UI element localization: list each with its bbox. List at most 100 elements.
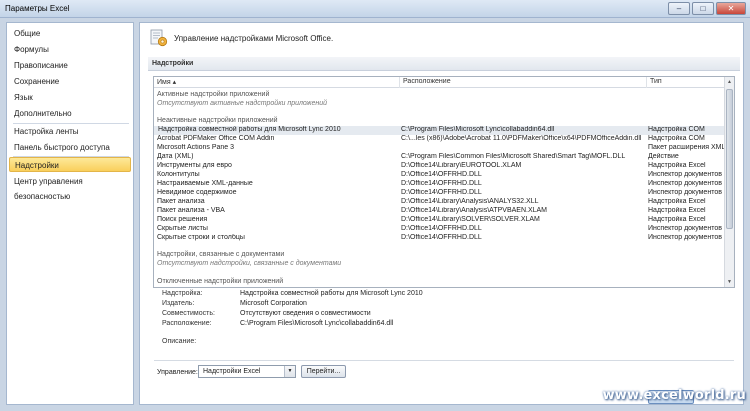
group-title-document: Надстройки, связанные с документами: [157, 251, 285, 258]
addin-location: D:\Office14\OFFRHD.DLL: [401, 225, 482, 232]
column-header-location[interactable]: Расположение: [403, 78, 451, 85]
chevron-down-icon[interactable]: ▼: [284, 366, 295, 377]
sidebar-item-save[interactable]: Сохранение: [9, 74, 131, 89]
group-note-active: Отсутствуют активные надстройки приложен…: [157, 100, 328, 107]
table-row[interactable]: Дата (XML) C:\Program Files\Common Files…: [154, 153, 724, 162]
manage-select-value: Надстройки Excel: [203, 368, 261, 375]
close-button[interactable]: ✕: [716, 2, 746, 15]
group-title-active: Активные надстройки приложений: [157, 91, 270, 98]
addin-type: Надстройка Excel: [648, 198, 706, 205]
scrollbar-thumb[interactable]: [726, 89, 733, 229]
column-header-name[interactable]: Имя ▴: [157, 78, 176, 86]
table-row[interactable]: Пакет анализа - VBA D:\Office14\Library\…: [154, 207, 724, 216]
title-bar: Параметры Excel – □ ✕: [0, 0, 750, 18]
addin-name: Скрытые листы: [157, 225, 208, 232]
addin-type: Надстройка Excel: [648, 162, 706, 169]
addin-type: Надстройка Excel: [648, 207, 706, 214]
sidebar-item-customize-ribbon[interactable]: Настройка ленты: [9, 124, 131, 139]
addin-type: Инспектор документов: [648, 189, 722, 196]
table-row[interactable]: Скрытые листы D:\Office14\OFFRHD.DLL Инс…: [154, 225, 724, 234]
column-divider[interactable]: [399, 77, 400, 88]
watermark: www.excelworld.ru: [602, 388, 746, 403]
addins-gear-icon: [150, 29, 168, 47]
column-divider[interactable]: [646, 77, 647, 88]
manage-select[interactable]: Надстройки Excel ▼: [198, 365, 296, 378]
group-title-disabled: Отключенные надстройки приложений: [157, 278, 284, 285]
detail-value: Надстройка совместной работы для Microso…: [240, 290, 423, 297]
sidebar-item-advanced[interactable]: Дополнительно: [9, 106, 131, 121]
table-row[interactable]: Надстройка совместной работы для Microso…: [154, 126, 724, 135]
addin-name: Microsoft Actions Pane 3: [157, 144, 235, 151]
scroll-down-icon[interactable]: ▼: [726, 278, 733, 286]
page-title: Управление надстройками Microsoft Office…: [174, 34, 334, 43]
detail-value: C:\Program Files\Microsoft Lync\collabad…: [240, 320, 394, 327]
table-row[interactable]: Поиск решения D:\Office14\Library\SOLVER…: [154, 216, 724, 225]
scroll-up-icon[interactable]: ▲: [726, 78, 733, 86]
minimize-button[interactable]: –: [668, 2, 690, 15]
addin-name: Acrobat PDFMaker Office COM Addin: [157, 135, 275, 142]
addin-type: Надстройка Excel: [648, 216, 706, 223]
sidebar-item-addins[interactable]: Надстройки: [9, 157, 131, 172]
main-panel: Управление надстройками Microsoft Office…: [139, 22, 744, 405]
addin-location: D:\Office14\Library\Analysis\ANALYS32.XL…: [401, 198, 539, 205]
addin-name: Надстройка совместной работы для Microso…: [158, 126, 341, 133]
addin-type: Пакет расширения XML: [648, 144, 726, 151]
table-header: Имя ▴ Расположение Тип: [154, 77, 724, 88]
addin-type: Инспектор документов: [648, 171, 722, 178]
manage-label: Управление:: [157, 369, 198, 376]
addin-name: Инструменты для евро: [157, 162, 232, 169]
detail-label: Описание:: [162, 338, 197, 345]
addin-location: D:\Office14\Library\Analysis\ATPVBAEN.XL…: [401, 207, 548, 214]
detail-label: Совместимость:: [162, 310, 215, 317]
addin-location: D:\Office14\OFFRHD.DLL: [401, 234, 482, 241]
addins-table: Имя ▴ Расположение Тип Активные надстрой…: [153, 76, 735, 288]
sidebar: Общие Формулы Правописание Сохранение Яз…: [6, 22, 134, 405]
section-header: Надстройки: [148, 57, 740, 71]
addin-location: D:\Office14\OFFRHD.DLL: [401, 189, 482, 196]
sidebar-item-formulas[interactable]: Формулы: [9, 42, 131, 57]
column-header-type[interactable]: Тип: [650, 78, 662, 85]
addin-type: Действие: [648, 153, 679, 160]
sidebar-item-proofing[interactable]: Правописание: [9, 58, 131, 73]
table-row[interactable]: Microsoft Actions Pane 3 Пакет расширени…: [154, 144, 726, 153]
addin-location: D:\Office14\Library\EUROTOOL.XLAM: [401, 162, 522, 169]
addin-name: Настраиваемые XML-данные: [157, 180, 253, 187]
sidebar-item-general[interactable]: Общие: [9, 26, 131, 41]
detail-value: Отсутствуют сведения о совместимости: [240, 310, 371, 317]
go-button[interactable]: Перейти...: [301, 365, 346, 378]
detail-value: Microsoft Corporation: [240, 300, 307, 307]
addin-type: Инспектор документов: [648, 234, 722, 241]
addin-location: C:\Program Files\Common Files\Microsoft …: [401, 153, 626, 160]
table-row[interactable]: Настраиваемые XML-данные D:\Office14\OFF…: [154, 180, 724, 189]
maximize-button[interactable]: □: [692, 2, 714, 15]
window-controls: – □ ✕: [668, 2, 746, 15]
addin-location: C:\...les (x86)\Adobe\Acrobat 11.0\PDFMa…: [401, 135, 642, 142]
addin-type: Надстройка COM: [648, 126, 705, 133]
table-row[interactable]: Невидимое содержимое D:\Office14\OFFRHD.…: [154, 189, 724, 198]
addin-type: Инспектор документов: [648, 225, 722, 232]
addin-location: D:\Office14\OFFRHD.DLL: [401, 171, 482, 178]
detail-label: Расположение:: [162, 320, 212, 327]
group-note-document: Отсутствуют надстройки, связанные с доку…: [157, 260, 342, 267]
addin-name: Скрытые строки и столбцы: [157, 234, 245, 241]
table-row[interactable]: Acrobat PDFMaker Office COM Addin C:\...…: [154, 135, 724, 144]
sidebar-item-language[interactable]: Язык: [9, 90, 131, 105]
table-row[interactable]: Пакет анализа D:\Office14\Library\Analys…: [154, 198, 724, 207]
detail-label: Надстройка:: [162, 290, 203, 297]
addin-type: Надстройка COM: [648, 135, 705, 142]
addin-location: D:\Office14\OFFRHD.DLL: [401, 180, 482, 187]
addin-name: Пакет анализа - VBA: [157, 207, 225, 214]
addin-name: Невидимое содержимое: [157, 189, 237, 196]
addin-name: Пакет анализа: [157, 198, 205, 205]
table-row[interactable]: Колонтитулы D:\Office14\OFFRHD.DLL Инспе…: [154, 171, 724, 180]
table-row[interactable]: Скрытые строки и столбцы D:\Office14\OFF…: [154, 234, 724, 243]
group-title-inactive: Неактивные надстройки приложений: [157, 117, 278, 124]
table-row[interactable]: Инструменты для евро D:\Office14\Library…: [154, 162, 724, 171]
detail-label: Издатель:: [162, 300, 195, 307]
table-scrollbar[interactable]: ▲ ▼: [724, 77, 734, 287]
window-title: Параметры Excel: [5, 4, 70, 13]
sidebar-item-trust-center[interactable]: Центр управления безопасностью: [9, 174, 131, 201]
addin-location: C:\Program Files\Microsoft Lync\collabad…: [401, 126, 555, 133]
sidebar-item-quick-access-toolbar[interactable]: Панель быстрого доступа: [9, 140, 131, 155]
addin-location: D:\Office14\Library\SOLVER\SOLVER.XLAM: [401, 216, 540, 223]
